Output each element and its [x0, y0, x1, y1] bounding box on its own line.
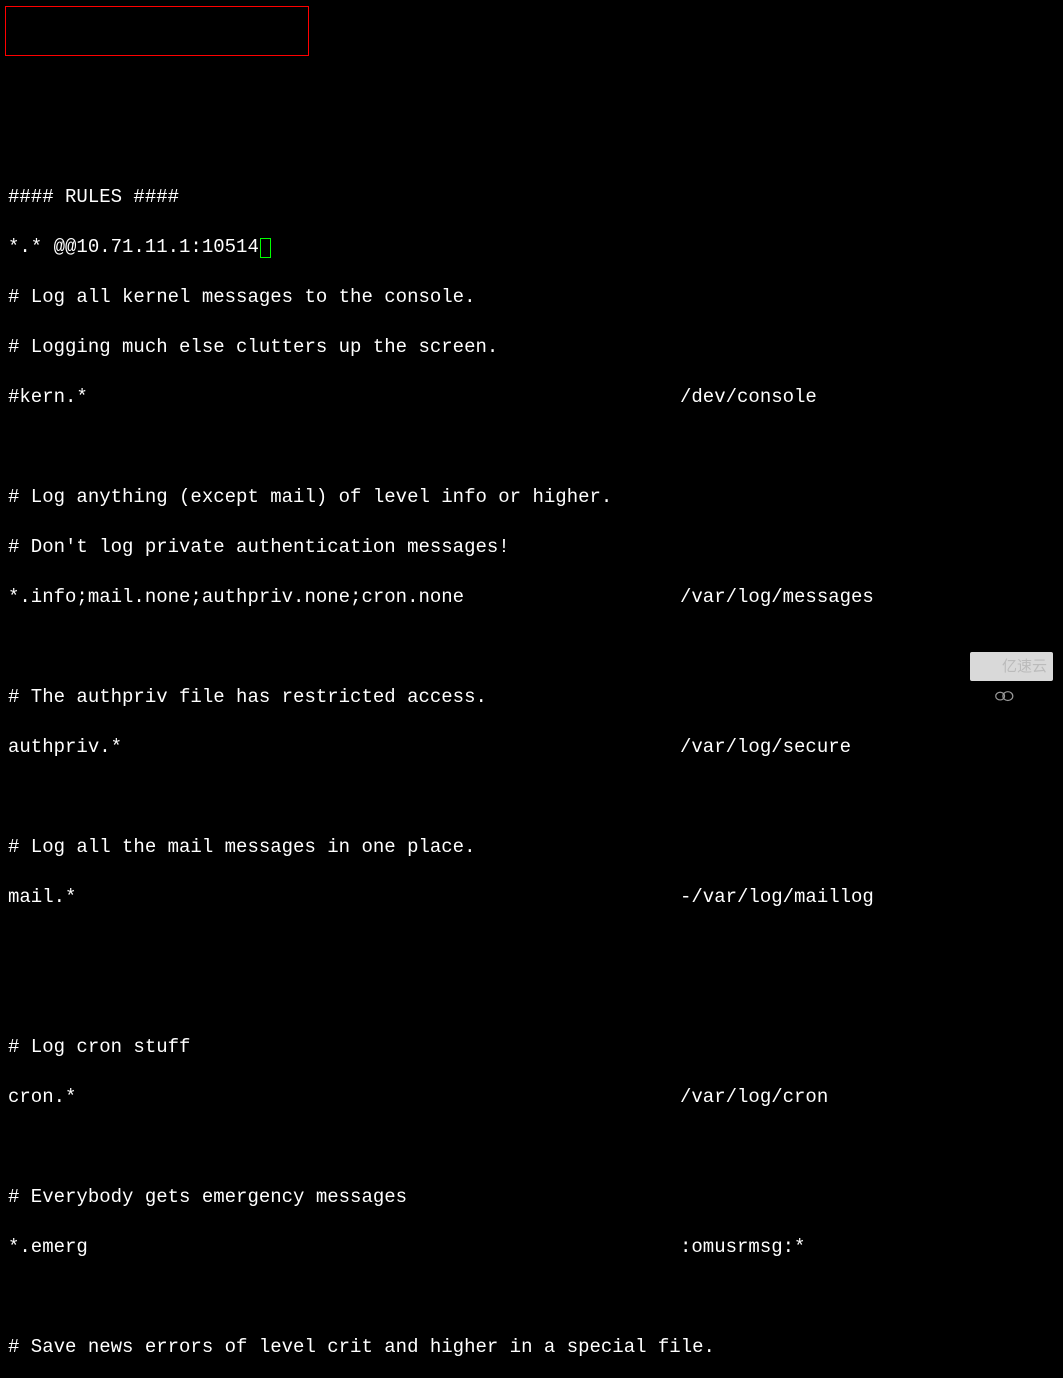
rule-target: /var/log/cron: [680, 1085, 828, 1110]
config-line: cron.* /var/log/cron: [8, 1085, 1055, 1110]
config-line: *.* @@10.71.11.1:10514: [8, 235, 1055, 260]
empty-line: [8, 435, 1055, 460]
watermark-text: 亿速云: [1002, 654, 1047, 679]
comment-line: # Log cron stuff: [8, 1035, 1055, 1060]
terminal-content[interactable]: #### RULES #### *.* @@10.71.11.1:10514 #…: [8, 160, 1055, 1378]
empty-line: [8, 1285, 1055, 1310]
rule-selector: cron.*: [8, 1086, 76, 1108]
empty-line: [8, 1135, 1055, 1160]
rule-target: /var/log/secure: [680, 735, 851, 760]
empty-line: [8, 935, 1055, 960]
watermark-badge: 亿速云: [970, 652, 1053, 681]
config-line: authpriv.* /var/log/secure: [8, 735, 1055, 760]
empty-line: [8, 785, 1055, 810]
rule-target: -/var/log/maillog: [680, 885, 874, 910]
empty-line: [8, 635, 1055, 660]
comment-line: # Don't log private authentication messa…: [8, 535, 1055, 560]
cloud-icon: [976, 660, 998, 674]
config-line: #### RULES ####: [8, 185, 1055, 210]
rule-selector: #kern.*: [8, 386, 88, 408]
config-line: *.info;mail.none;authpriv.none;cron.none…: [8, 585, 1055, 610]
comment-line: # Save news errors of level crit and hig…: [8, 1335, 1055, 1360]
terminal-cursor: [260, 238, 271, 258]
rule-target: /var/log/messages: [680, 585, 874, 610]
rule-selector: mail.*: [8, 886, 76, 908]
config-line: #kern.* /dev/console: [8, 385, 1055, 410]
rule-target: :omusrmsg:*: [680, 1235, 805, 1260]
highlighted-region: [5, 6, 309, 56]
config-line: *.emerg :omusrmsg:*: [8, 1235, 1055, 1260]
rule-text: *.* @@10.71.11.1:10514: [8, 236, 259, 258]
rule-selector: *.emerg: [8, 1236, 88, 1258]
comment-line: # Log anything (except mail) of level in…: [8, 485, 1055, 510]
comment-line: # Log all kernel messages to the console…: [8, 285, 1055, 310]
config-line: mail.* -/var/log/maillog: [8, 885, 1055, 910]
comment-line: # Logging much else clutters up the scre…: [8, 335, 1055, 360]
empty-line: [8, 985, 1055, 1010]
rule-selector: *.info;mail.none;authpriv.none;cron.none: [8, 586, 464, 608]
comment-line: # Everybody gets emergency messages: [8, 1185, 1055, 1210]
rule-target: /dev/console: [680, 385, 817, 410]
rule-selector: authpriv.*: [8, 736, 122, 758]
comment-line: # Log all the mail messages in one place…: [8, 835, 1055, 860]
